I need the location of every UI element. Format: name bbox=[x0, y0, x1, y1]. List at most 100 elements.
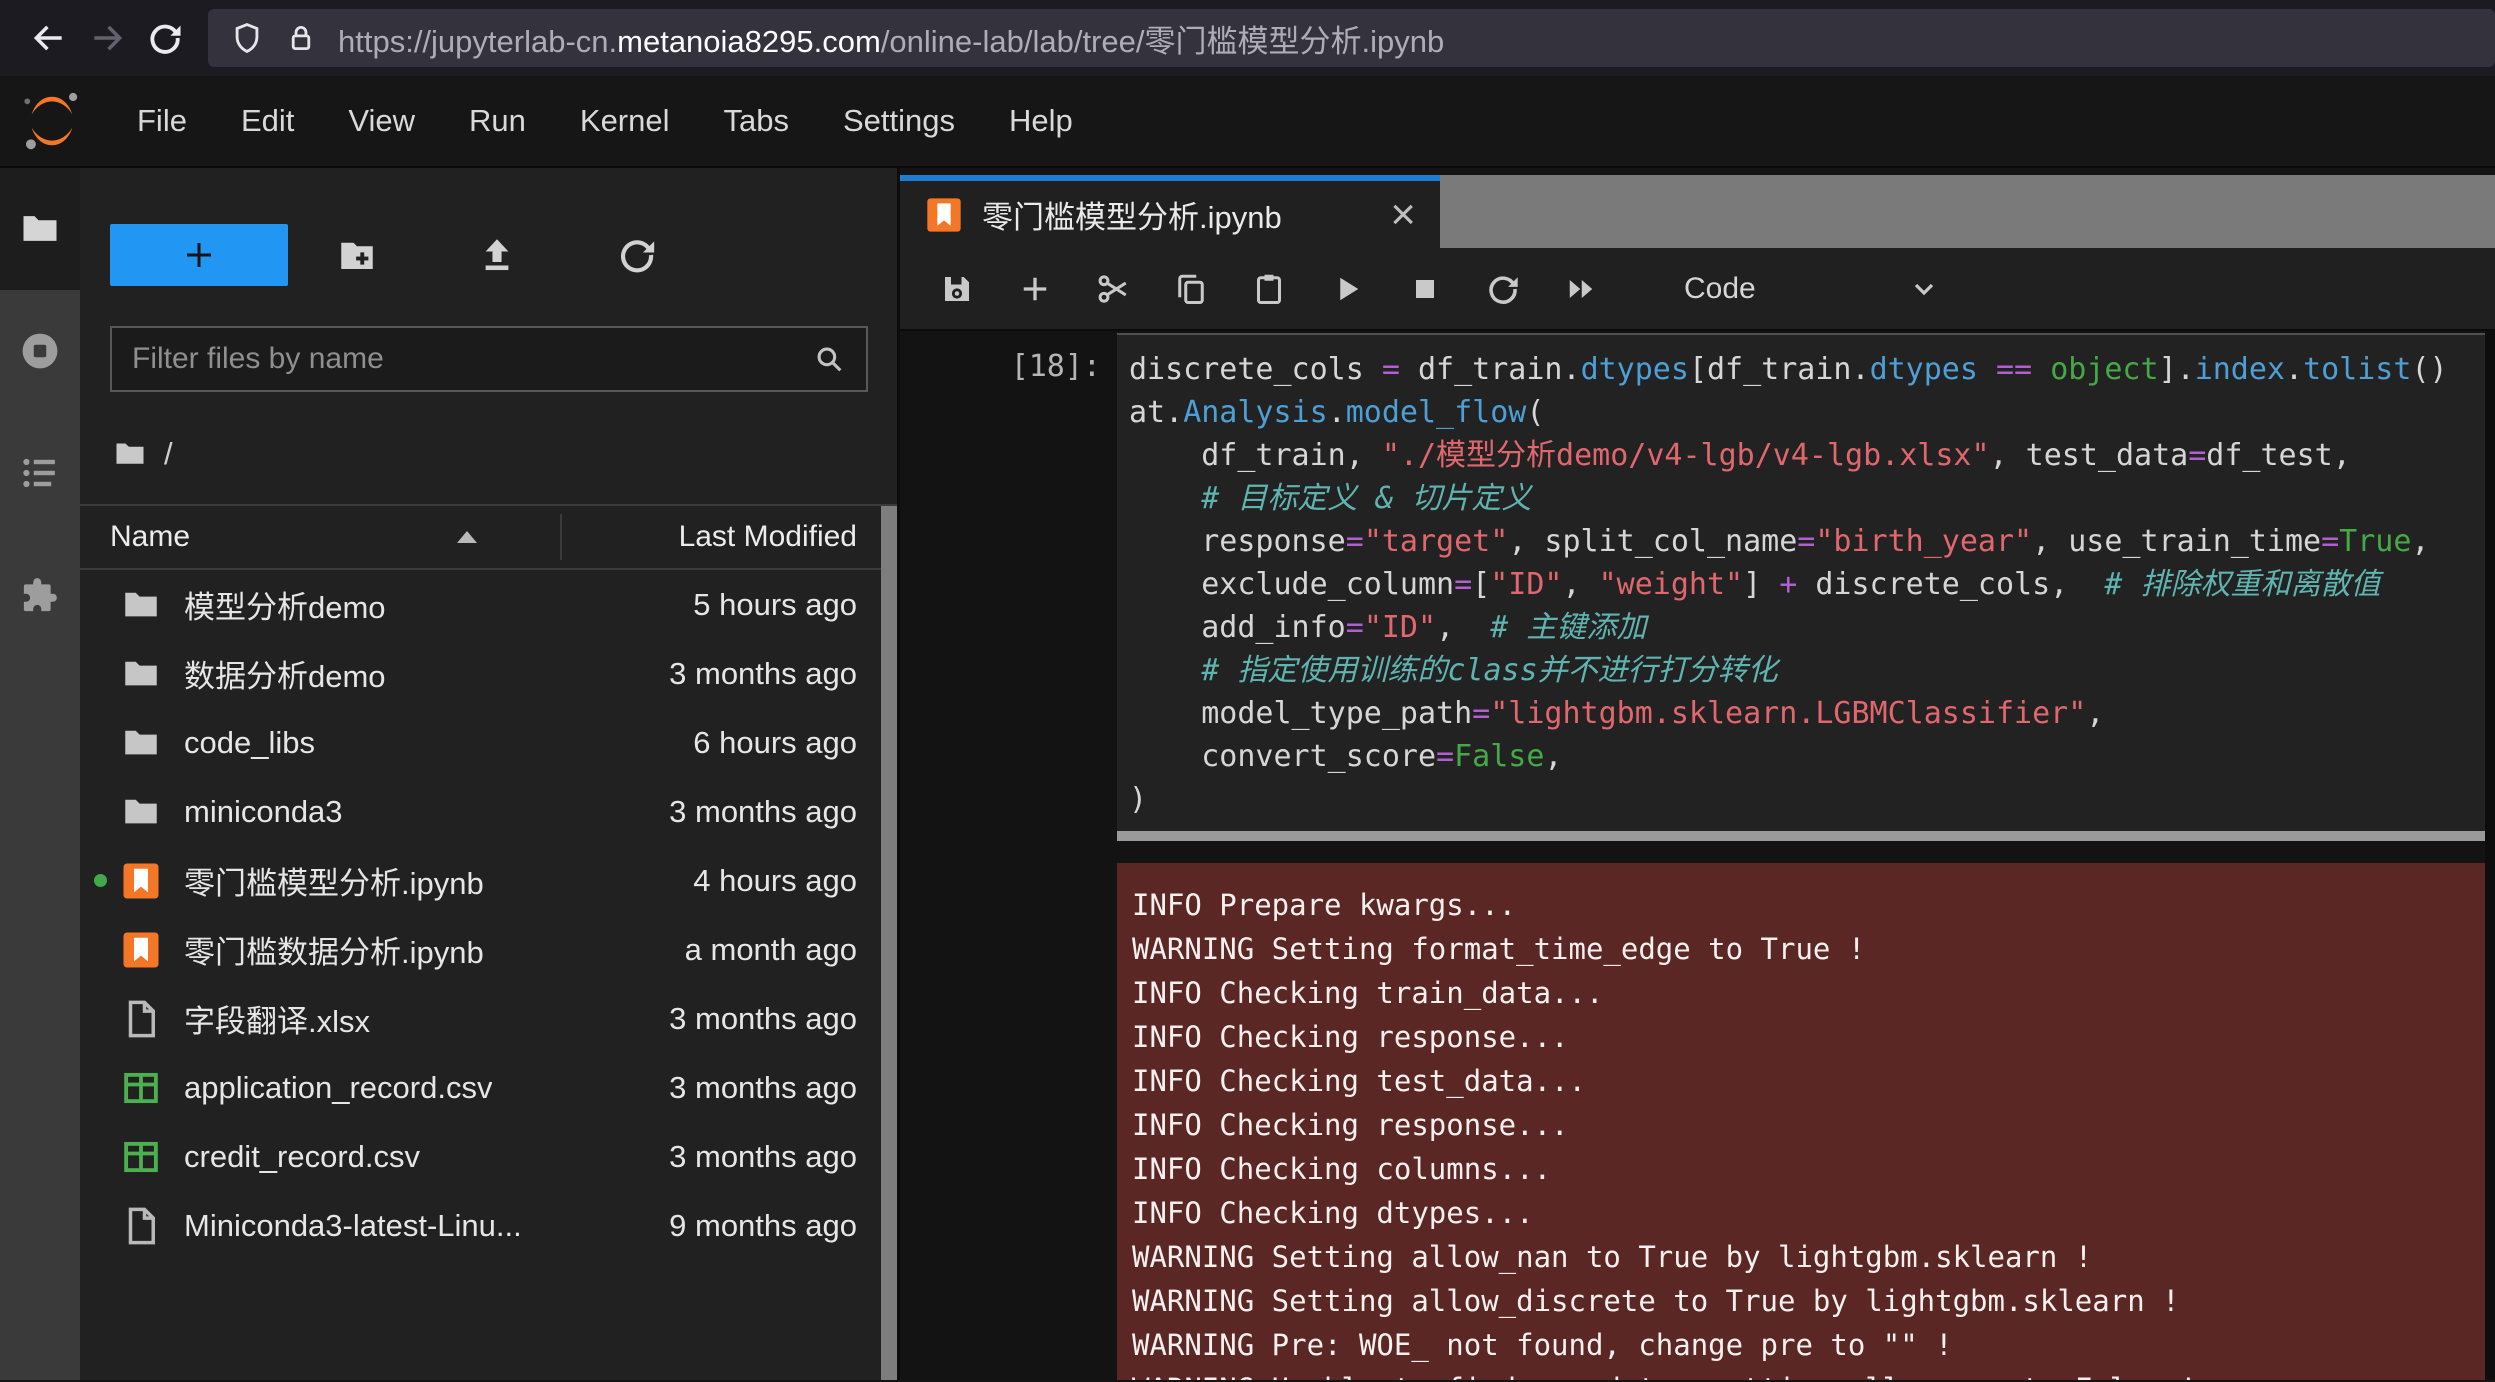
run-icon bbox=[1340, 277, 1359, 300]
menu-item-edit[interactable]: Edit bbox=[214, 76, 321, 166]
file-list: 模型分析demo 5 hours ago 数据分析demo 3 months a… bbox=[80, 570, 897, 1260]
notebook-panel: 零门槛模型分析.ipynb × Code [18]: discrete_cols… bbox=[897, 168, 2495, 1380]
forward-icon[interactable] bbox=[78, 9, 136, 67]
execution-count: [18]: bbox=[1010, 349, 1101, 384]
menu-item-settings[interactable]: Settings bbox=[816, 76, 982, 166]
file-type-icon bbox=[120, 653, 162, 695]
file-modified: 3 months ago bbox=[669, 1069, 857, 1105]
file-type-icon bbox=[120, 929, 162, 971]
plus-icon bbox=[1023, 277, 1047, 300]
file-row[interactable]: Miniconda3-latest-Linu... 9 months ago bbox=[80, 1191, 897, 1260]
new-launcher-button[interactable] bbox=[110, 224, 288, 286]
menu-bar: File Edit View Run Kernel Tabs Settings Help bbox=[0, 76, 2495, 168]
refresh-button[interactable] bbox=[616, 234, 658, 276]
file-modified: 3 months ago bbox=[669, 655, 857, 691]
sort-ascending-icon bbox=[457, 531, 478, 543]
shield-icon[interactable] bbox=[230, 21, 264, 55]
notebook-scrollbar[interactable] bbox=[2485, 331, 2495, 1380]
back-icon[interactable] bbox=[20, 9, 78, 67]
menu-item-help[interactable]: Help bbox=[982, 76, 1100, 166]
editor-horizontal-scrollbar[interactable] bbox=[1117, 831, 2495, 841]
plus-icon bbox=[187, 243, 211, 267]
restart-run-all-button[interactable] bbox=[1542, 271, 1620, 307]
file-row[interactable]: 模型分析demo 5 hours ago bbox=[80, 570, 897, 639]
copy-cells-button[interactable] bbox=[1152, 271, 1230, 307]
file-type-icon bbox=[120, 1136, 162, 1178]
filter-files-input[interactable] bbox=[132, 342, 812, 376]
sidebar-tab-running-kernels[interactable] bbox=[0, 290, 80, 412]
copy-icon bbox=[1178, 274, 1204, 304]
clipboard-icon bbox=[1257, 274, 1281, 304]
file-row[interactable]: credit_record.csv 3 months ago bbox=[80, 1122, 897, 1191]
cut-cells-button[interactable] bbox=[1074, 271, 1152, 307]
notebook-tab[interactable]: 零门槛模型分析.ipynb × bbox=[900, 175, 1440, 248]
file-browser-scrollbar[interactable] bbox=[881, 506, 897, 1380]
column-header-name[interactable]: Name bbox=[110, 520, 190, 554]
file-name: 字段翻译.xlsx bbox=[184, 1004, 370, 1039]
code-line: convert_score=False, bbox=[1129, 739, 1563, 774]
file-row[interactable]: 数据分析demo 3 months ago bbox=[80, 639, 897, 708]
reload-icon[interactable] bbox=[136, 9, 194, 67]
file-modified: 9 months ago bbox=[669, 1207, 857, 1243]
run-cell-button[interactable] bbox=[1308, 271, 1386, 307]
stderr-output: INFO Prepare kwargs... WARNING Setting fo… bbox=[1117, 863, 2495, 1380]
file-name: 模型分析demo bbox=[184, 590, 386, 625]
cell-type-value: Code bbox=[1684, 271, 1756, 305]
breadcrumb[interactable]: / bbox=[112, 432, 897, 476]
fast-forward-icon bbox=[1569, 279, 1593, 298]
file-browser-panel: / Name Last Modified 模型分析demo 5 hours ag… bbox=[80, 168, 897, 1380]
insert-cell-button[interactable] bbox=[996, 271, 1074, 307]
filter-files-box bbox=[110, 326, 868, 392]
file-row[interactable]: 零门槛数据分析.ipynb a month ago bbox=[80, 915, 897, 984]
code-line: model_type_path="lightgbm.sklearn.LGBMCl… bbox=[1129, 696, 2105, 731]
code-line: response="target", split_col_name="birth… bbox=[1129, 524, 2430, 559]
menu-item-view[interactable]: View bbox=[321, 76, 442, 166]
file-type-icon bbox=[120, 584, 162, 626]
left-sidebar bbox=[0, 168, 80, 1380]
sidebar-tab-extensions[interactable] bbox=[0, 534, 80, 656]
log-line: INFO Checking response... bbox=[1132, 1108, 1569, 1142]
sidebar-tab-table-of-contents[interactable] bbox=[0, 412, 80, 534]
file-row[interactable]: 字段翻译.xlsx 3 months ago bbox=[80, 984, 897, 1053]
file-row[interactable]: application_record.csv 3 months ago bbox=[80, 1053, 897, 1122]
log-line: WARNING Setting allow_discrete to True b… bbox=[1132, 1284, 2180, 1318]
new-folder-button[interactable] bbox=[336, 234, 378, 276]
stop-circle-icon bbox=[22, 333, 58, 369]
file-modified: 3 months ago bbox=[669, 793, 857, 829]
file-modified: 4 hours ago bbox=[693, 862, 857, 898]
file-list-header: Name Last Modified bbox=[80, 506, 897, 570]
file-row[interactable]: 零门槛模型分析.ipynb 4 hours ago bbox=[80, 846, 897, 915]
save-button[interactable] bbox=[918, 271, 996, 307]
upload-button[interactable] bbox=[476, 234, 518, 276]
file-row[interactable]: code_libs 6 hours ago bbox=[80, 708, 897, 777]
output-gutter bbox=[900, 863, 1117, 1380]
menu-item-tabs[interactable]: Tabs bbox=[697, 76, 816, 166]
notebook-tab-title: 零门槛模型分析.ipynb bbox=[982, 200, 1282, 235]
menu-item-kernel[interactable]: Kernel bbox=[553, 76, 697, 166]
folder-icon bbox=[116, 443, 144, 464]
log-line: INFO Prepare kwargs... bbox=[1132, 888, 1517, 922]
file-name: application_record.csv bbox=[184, 1069, 493, 1105]
sidebar-tab-file-browser[interactable] bbox=[0, 168, 80, 290]
column-header-modified[interactable]: Last Modified bbox=[679, 520, 857, 554]
restart-kernel-button[interactable] bbox=[1464, 271, 1542, 307]
code-editor[interactable]: discrete_cols = df_train.dtypes[df_train… bbox=[1117, 333, 2495, 831]
menu-item-file[interactable]: File bbox=[110, 76, 214, 166]
log-line: INFO Checking response... bbox=[1132, 1020, 1569, 1054]
file-row[interactable]: miniconda3 3 months ago bbox=[80, 777, 897, 846]
file-modified: 3 months ago bbox=[669, 1138, 857, 1174]
breadcrumb-root[interactable]: / bbox=[164, 436, 173, 472]
paste-cells-button[interactable] bbox=[1230, 271, 1308, 307]
file-name: code_libs bbox=[184, 724, 315, 760]
interrupt-kernel-button[interactable] bbox=[1386, 271, 1464, 307]
restart-icon bbox=[1489, 275, 1518, 304]
address-bar[interactable]: https://jupyterlab-cn.metanoia8295.com/o… bbox=[208, 9, 2495, 67]
url-domain: metanoia8295.com bbox=[617, 23, 881, 59]
menu-item-run[interactable]: Run bbox=[442, 76, 553, 166]
file-type-icon bbox=[120, 1067, 162, 1109]
jupyterlab-window: https://jupyterlab-cn.metanoia8295.com/o… bbox=[0, 0, 2495, 1382]
close-icon[interactable]: × bbox=[1390, 192, 1416, 237]
lock-icon[interactable] bbox=[284, 21, 318, 55]
cell-type-dropdown[interactable]: Code bbox=[1684, 272, 1940, 306]
save-icon bbox=[945, 276, 969, 301]
